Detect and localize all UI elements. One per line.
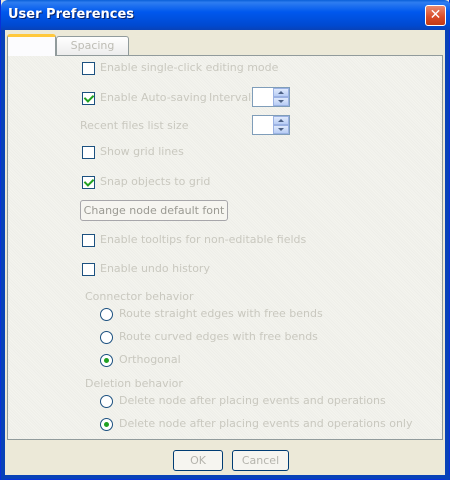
connector-option-straight-radio[interactable] <box>100 308 113 321</box>
recent-files-spinner-buttons <box>273 116 289 134</box>
deletion-option-1-label: Delete node after placing events and ope… <box>119 394 386 407</box>
auto-saving-label: Enable Auto-saving <box>100 91 207 104</box>
deletion-option-2-radio[interactable] <box>100 418 113 431</box>
window-title: User Preferences <box>8 7 135 22</box>
connector-option-curved-label: Route curved edges with free bends <box>119 330 318 343</box>
deletion-option-1-radio[interactable] <box>100 395 113 408</box>
interval-spinner-buttons <box>273 88 289 106</box>
close-button[interactable]: ✕ <box>425 5 446 26</box>
interval-label: Interval <box>209 91 252 104</box>
deletion-group-label: Deletion behavior <box>85 377 183 390</box>
tooltips-checkbox[interactable] <box>82 234 95 247</box>
deletion-option-2-label: Delete node after placing events and ope… <box>119 417 413 430</box>
close-icon: ✕ <box>429 7 442 23</box>
window-frame-left <box>1 30 5 480</box>
undo-checkbox[interactable] <box>82 263 95 276</box>
interval-spin-down-button[interactable] <box>273 97 289 106</box>
window-frame-bottom <box>1 475 450 479</box>
ok-button[interactable]: OK <box>173 450 223 471</box>
title-bar[interactable]: User Preferences ✕ <box>1 0 450 30</box>
single-click-label: Enable single-click editing mode <box>100 61 279 74</box>
show-grid-checkbox[interactable] <box>82 146 95 159</box>
snap-grid-checkbox[interactable] <box>82 176 95 189</box>
tooltips-label: Enable tooltips for non-editable fields <box>100 233 307 246</box>
recent-files-label: Recent files list size <box>80 119 189 132</box>
change-font-button[interactable]: Change node default font <box>80 200 228 221</box>
single-click-checkbox[interactable] <box>82 62 95 75</box>
interval-spinner[interactable] <box>252 87 290 107</box>
undo-label: Enable undo history <box>100 262 210 275</box>
tab-general-label: General <box>9 39 54 52</box>
snap-grid-label: Snap objects to grid <box>100 175 211 188</box>
interval-spin-up-button[interactable] <box>273 88 289 97</box>
recent-files-spin-up-button[interactable] <box>273 116 289 125</box>
auto-saving-checkbox[interactable] <box>82 92 95 105</box>
tab-spacing-view[interactable]: Spacing View <box>56 36 129 70</box>
window-frame-right <box>445 30 449 480</box>
cancel-button[interactable]: Cancel <box>232 450 289 471</box>
preferences-panel <box>7 55 443 440</box>
recent-files-spinner[interactable] <box>252 115 290 135</box>
connector-option-curved-radio[interactable] <box>100 331 113 344</box>
connector-group-label: Connector behavior <box>85 290 194 303</box>
connector-option-orthogonal-label: Orthogonal <box>119 353 181 366</box>
show-grid-label: Show grid lines <box>100 145 184 158</box>
recent-files-spin-down-button[interactable] <box>273 125 289 134</box>
preferences-window: User Preferences ✕ General Spacing View … <box>0 0 450 480</box>
connector-option-straight-label: Route straight edges with free bends <box>119 307 323 320</box>
tab-general[interactable]: General <box>7 34 56 56</box>
connector-option-orthogonal-radio[interactable] <box>100 354 113 367</box>
